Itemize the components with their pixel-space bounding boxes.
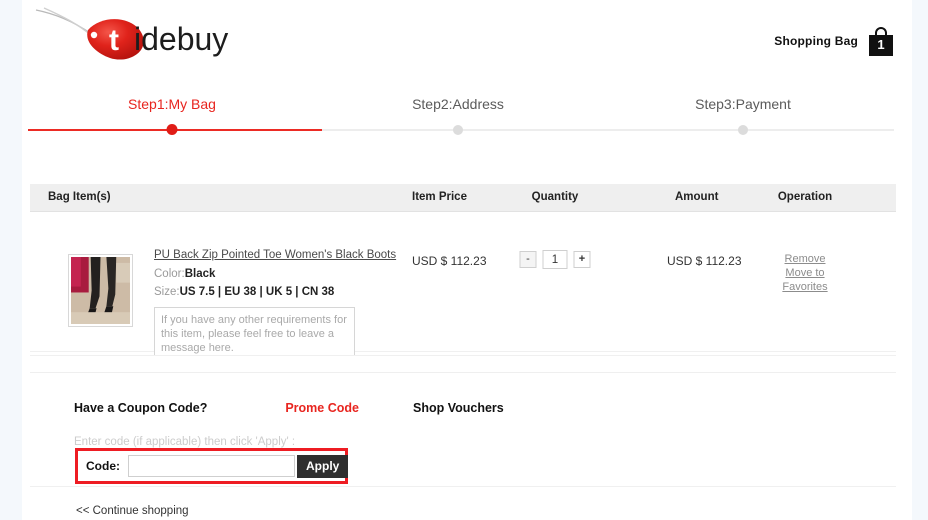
product-title-link[interactable]: PU Back Zip Pointed Toe Women's Black Bo… xyxy=(154,248,404,263)
column-header-quantity: Quantity xyxy=(531,191,579,203)
svg-text:t: t xyxy=(109,24,119,57)
coupon-title: Have a Coupon Code? xyxy=(74,401,208,415)
apply-button[interactable]: Apply xyxy=(297,454,349,478)
tab-promo-code[interactable]: Prome Code xyxy=(285,401,359,415)
shopping-bag-icon[interactable]: 1 xyxy=(866,25,896,57)
step-label-1[interactable]: Step1:My Bag xyxy=(128,96,216,112)
coupon-code-box: Code: Apply xyxy=(75,448,349,484)
product-image xyxy=(71,257,130,324)
step-label-3[interactable]: Step3:Payment xyxy=(695,96,791,112)
cart-table: Bag Item(s) Item Price Quantity Amount O… xyxy=(30,184,896,363)
coupon-tabs: Have a Coupon Code? Prome Code Shop Vouc… xyxy=(74,401,504,415)
step-dot-3 xyxy=(738,125,748,135)
column-header-amount: Amount xyxy=(675,191,719,203)
coupon-hint-text: Enter code (if applicable) then click 'A… xyxy=(74,436,296,448)
footer-divider xyxy=(30,486,896,487)
code-label: Code: xyxy=(86,459,120,473)
tidebuy-logo[interactable]: t idebuy xyxy=(30,6,250,64)
step-dot-2 xyxy=(453,125,463,135)
continue-shopping-link[interactable]: << Continue shopping xyxy=(76,505,189,517)
quantity-stepper[interactable]: - + xyxy=(519,250,591,269)
checkout-page: t idebuy Shopping Bag 1 Step1:My Bag Ste… xyxy=(22,0,912,520)
product-info: PU Back Zip Pointed Toe Women's Black Bo… xyxy=(154,248,404,368)
column-header-item-price: Item Price xyxy=(412,191,467,203)
quantity-input[interactable] xyxy=(542,250,568,269)
product-color-value: Black xyxy=(184,268,216,280)
step-dot-1 xyxy=(166,124,178,135)
coupon-section: Have a Coupon Code? Prome Code Shop Vouc… xyxy=(30,374,896,486)
svg-text:idebuy: idebuy xyxy=(134,21,228,57)
section-divider xyxy=(30,355,896,373)
quantity-increment-button[interactable]: + xyxy=(573,251,591,268)
tab-shop-vouchers[interactable]: Shop Vouchers xyxy=(413,401,504,415)
item-price-value: USD $ 112.23 xyxy=(412,254,487,268)
move-to-favorites-link[interactable]: Move to Favorites xyxy=(770,266,840,294)
site-header: t idebuy Shopping Bag 1 xyxy=(22,0,912,72)
product-color-label: Color: xyxy=(154,268,185,280)
table-row: PU Back Zip Pointed Toe Women's Black Bo… xyxy=(30,212,896,363)
product-size-value: US 7.5 | EU 38 | UK 5 | CN 38 xyxy=(179,286,335,298)
amount-value: USD $ 112.23 xyxy=(667,254,742,268)
product-thumbnail[interactable] xyxy=(68,254,133,327)
bag-count-badge: 1 xyxy=(877,36,885,52)
step-label-2[interactable]: Step2:Address xyxy=(412,96,504,112)
shopping-bag-label: Shopping Bag xyxy=(774,34,858,48)
quantity-decrement-button[interactable]: - xyxy=(519,251,537,268)
column-header-bag-items: Bag Item(s) xyxy=(48,191,111,203)
remove-link[interactable]: Remove xyxy=(770,252,840,266)
column-header-operation: Operation xyxy=(777,191,833,203)
product-size-label: Size: xyxy=(154,286,180,298)
cart-table-header: Bag Item(s) Item Price Quantity Amount O… xyxy=(30,184,896,212)
shopping-bag[interactable]: Shopping Bag 1 xyxy=(774,25,896,57)
product-size: Size:US 7.5 | EU 38 | UK 5 | CN 38 xyxy=(154,285,404,299)
product-color: Color:Black xyxy=(154,267,404,281)
row-operations: Remove Move to Favorites xyxy=(770,252,840,294)
checkout-steps: Step1:My Bag Step2:Address Step3:Payment xyxy=(22,96,912,142)
coupon-code-input[interactable] xyxy=(128,455,295,477)
